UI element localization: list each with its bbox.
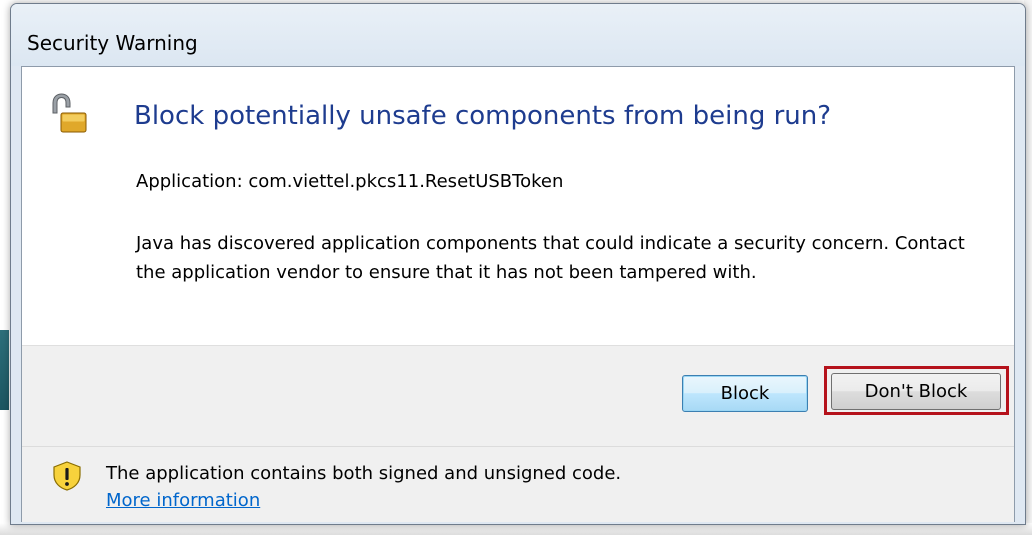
dialog-main-content: Block potentially unsafe components from… — [22, 67, 1014, 345]
dialog-heading: Block potentially unsafe components from… — [134, 101, 832, 131]
background-desktop-edge — [0, 330, 9, 410]
warning-description: Java has discovered application componen… — [136, 233, 965, 283]
dialog-client-area: Block potentially unsafe components from… — [21, 66, 1015, 522]
dialog-button-bar: Block Don't Block — [22, 345, 1014, 446]
more-information-link[interactable]: More information — [106, 490, 260, 511]
block-button[interactable]: Block — [682, 375, 808, 412]
security-warning-dialog: Security Warning Block potentially unsaf… — [10, 3, 1026, 525]
dialog-footer: The application contains both signed and… — [22, 446, 1014, 522]
shield-warning-icon — [53, 461, 81, 491]
signed-unsigned-message: The application contains both signed and… — [106, 463, 622, 484]
application-name: Application: com.viettel.pkcs11.ResetUSB… — [136, 171, 564, 192]
unlocked-padlock-icon — [52, 93, 87, 133]
dialog-titlebar[interactable]: Security Warning — [11, 4, 1025, 66]
dont-block-button[interactable]: Don't Block — [831, 373, 1001, 410]
dialog-title: Security Warning — [27, 31, 198, 55]
